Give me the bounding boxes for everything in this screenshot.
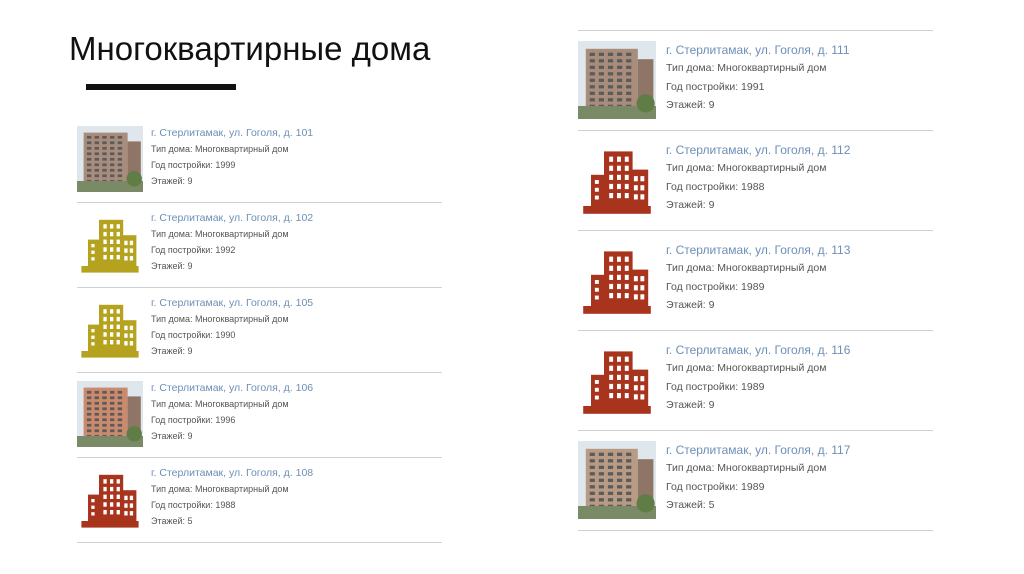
house-address-link[interactable]: г. Стерлитамак, ул. Гоголя, д. 116 [666,344,850,356]
house-address-link[interactable]: г. Стерлитамак, ул. Гоголя, д. 108 [151,468,313,479]
house-year: Год постройки: 1991 [666,80,765,93]
house-item[interactable]: г. Стерлитамак, ул. Гоголя, д. 108 Тип д… [77,458,442,543]
house-item[interactable]: г. Стерлитамак, ул. Гоголя, д. 101 Тип д… [77,118,442,203]
house-year: Год постройки: 1988 [151,499,236,510]
house-thumbnail [77,126,143,192]
house-item[interactable]: г. Стерлитамак, ул. Гоголя, д. 106 Тип д… [77,373,442,458]
house-item[interactable]: г. Стерлитамак, ул. Гоголя, д. 111 Тип д… [578,31,933,131]
house-address-link[interactable]: г. Стерлитамак, ул. Гоголя, д. 111 [666,44,850,56]
building-icon [578,141,656,219]
house-item[interactable]: г. Стерлитамак, ул. Гоголя, д. 105 Тип д… [77,288,442,373]
house-floors: Этажей: 9 [151,260,193,271]
house-thumbnail [578,441,656,519]
house-year: Год постройки: 1999 [151,159,236,170]
house-item[interactable]: г. Стерлитамак, ул. Гоголя, д. 102 Тип д… [77,203,442,288]
house-address-link[interactable]: г. Стерлитамак, ул. Гоголя, д. 113 [666,244,850,256]
building-icon [77,296,143,362]
house-thumbnail [77,381,143,447]
house-address-link[interactable]: г. Стерлитамак, ул. Гоголя, д. 102 [151,213,313,224]
house-floors: Этажей: 9 [151,175,193,186]
house-floors: Этажей: 9 [666,199,715,211]
house-address-link[interactable]: г. Стерлитамак, ул. Гоголя, д. 101 [151,128,313,139]
house-year: Год постройки: 1988 [666,180,765,193]
house-thumbnail [578,41,656,119]
house-item[interactable]: г. Стерлитамак, ул. Гоголя, д. 113 Тип д… [578,231,933,331]
house-type: Тип дома: Многоквартирный дом [666,362,827,374]
title-underline [86,84,236,90]
house-floors: Этажей: 9 [666,299,715,311]
house-type: Тип дома: Многоквартирный дом [666,62,827,74]
house-floors: Этажей: 9 [666,99,715,111]
house-type: Тип дома: Многоквартирный дом [666,462,827,474]
building-icon [578,241,656,319]
house-type: Тип дома: Многоквартирный дом [151,398,289,409]
house-year: Год постройки: 1989 [666,280,765,293]
house-year: Год постройки: 1990 [151,329,236,340]
house-floors: Этажей: 9 [151,345,193,356]
house-floors: Этажей: 5 [151,515,193,526]
house-year: Год постройки: 1989 [666,480,765,493]
house-item[interactable]: г. Стерлитамак, ул. Гоголя, д. 112 Тип д… [578,131,933,231]
house-address-link[interactable]: г. Стерлитамак, ул. Гоголя, д. 106 [151,383,313,394]
house-type: Тип дома: Многоквартирный дом [151,483,289,494]
house-floors: Этажей: 5 [666,499,715,511]
house-year: Год постройки: 1996 [151,414,236,425]
house-year: Год постройки: 1989 [666,380,765,393]
house-list-left: г. Стерлитамак, ул. Гоголя, д. 101 Тип д… [77,118,442,543]
house-floors: Этажей: 9 [666,399,715,411]
house-address-link[interactable]: г. Стерлитамак, ул. Гоголя, д. 117 [666,444,850,456]
house-address-link[interactable]: г. Стерлитамак, ул. Гоголя, д. 105 [151,298,313,309]
house-type: Тип дома: Многоквартирный дом [151,228,289,239]
house-year: Год постройки: 1992 [151,244,236,255]
building-icon [77,211,143,277]
house-address-link[interactable]: г. Стерлитамак, ул. Гоголя, д. 112 [666,144,850,156]
house-type: Тип дома: Многоквартирный дом [151,143,289,154]
page-title: Многоквартирные дома [69,30,431,67]
house-type: Тип дома: Многоквартирный дом [666,162,827,174]
house-floors: Этажей: 9 [151,430,193,441]
house-item[interactable]: г. Стерлитамак, ул. Гоголя, д. 117 Тип д… [578,431,933,531]
building-icon [578,341,656,419]
house-type: Тип дома: Многоквартирный дом [151,313,289,324]
house-item[interactable]: г. Стерлитамак, ул. Гоголя, д. 116 Тип д… [578,331,933,431]
building-icon [77,466,143,532]
house-list-right: г. Стерлитамак, ул. Гоголя, д. 111 Тип д… [578,30,933,531]
house-type: Тип дома: Многоквартирный дом [666,262,827,274]
